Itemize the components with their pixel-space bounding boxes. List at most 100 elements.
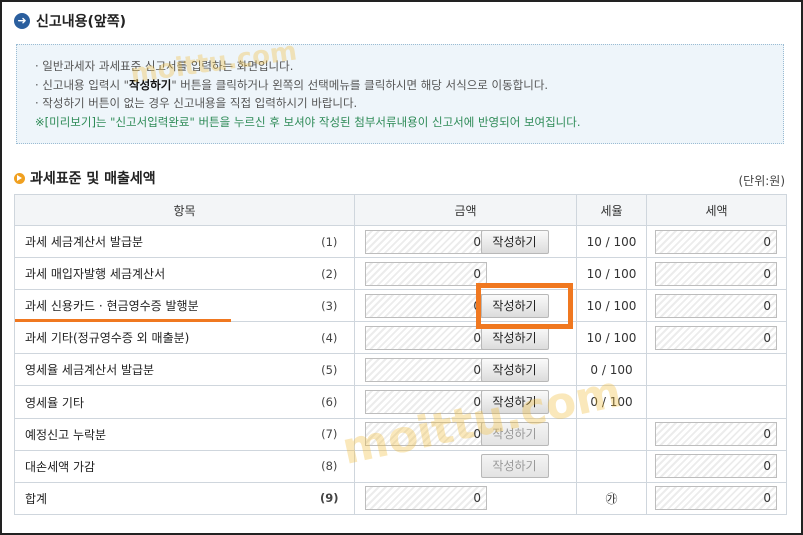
row-label: 영세율 기타 bbox=[14, 385, 305, 419]
table-row: 대손세액 가감 (8) 작성하기 0 bbox=[14, 449, 787, 483]
button-cell: 작성하기 bbox=[478, 385, 577, 419]
amount-input[interactable]: 0 bbox=[365, 229, 487, 254]
amount-cell: 0 bbox=[354, 353, 487, 387]
table-row: 영세율 세금계산서 발급분 (5) 0 작성하기 0 / 100 bbox=[14, 353, 787, 387]
rate-cell: 0 / 100 bbox=[576, 385, 647, 419]
write-button[interactable]: 작성하기 bbox=[480, 422, 549, 447]
header-amount: 금액 bbox=[354, 194, 577, 226]
row-number: (2) bbox=[304, 257, 355, 291]
row-label: 영세율 세금계산서 발급분 bbox=[14, 353, 305, 387]
tax-cell: 0 bbox=[646, 224, 787, 259]
table-row: 예정신고 누락분 (7) 0 작성하기 0 bbox=[14, 417, 787, 451]
row-number: (8) bbox=[304, 449, 355, 483]
tax-cell bbox=[646, 385, 787, 419]
row-number: (7) bbox=[304, 417, 355, 451]
header-rate: 세율 bbox=[576, 194, 647, 226]
amount-cell: 0 bbox=[354, 481, 487, 515]
annotation-highlight-box bbox=[476, 283, 573, 329]
tax-cell: 0 bbox=[646, 417, 787, 451]
tax-input[interactable]: 0 bbox=[655, 229, 777, 254]
tax-cell: 0 bbox=[646, 321, 787, 355]
button-cell: 작성하기 bbox=[478, 417, 577, 451]
row-number: (9) bbox=[304, 481, 355, 515]
tax-cell: 0 bbox=[646, 289, 787, 323]
amount-cell: 0 bbox=[354, 321, 487, 355]
button-cell: 작성하기 bbox=[478, 449, 577, 483]
header-tax: 세액 bbox=[646, 194, 787, 226]
amount-input[interactable]: 0 bbox=[365, 390, 487, 415]
notice-highlight: 작성하기 bbox=[128, 77, 172, 92]
rate-cell: 10 / 100 bbox=[576, 224, 647, 259]
row-number: (4) bbox=[304, 321, 355, 355]
rate-cell: 0 / 100 bbox=[576, 353, 647, 387]
table-row: 합계 (9) 0 ㉮ 0 bbox=[14, 481, 787, 515]
table-row: 과세 세금계산서 발급분 (1) 0 작성하기 10 / 100 0 bbox=[14, 224, 787, 259]
rate-cell bbox=[576, 417, 647, 451]
row-label: 과세 기타(정규영수증 외 매출분) bbox=[14, 321, 305, 355]
row-label: 예정신고 누락분 bbox=[14, 417, 305, 451]
button-cell: 작성하기 bbox=[478, 224, 577, 259]
row-label: 과세 매입자발행 세금계산서 bbox=[14, 257, 305, 291]
page-header: ➜ 신고내용(앞쪽) bbox=[14, 10, 126, 32]
amount-input[interactable]: 0 bbox=[365, 261, 487, 286]
tax-cell: 0 bbox=[646, 257, 787, 291]
arrow-circle-icon: ➜ bbox=[14, 13, 30, 29]
table-header-row: 항목 금액 세율 세액 bbox=[14, 194, 787, 226]
section-header: 과세표준 및 매출세액 bbox=[14, 168, 156, 188]
amount-input[interactable]: 0 bbox=[365, 486, 487, 511]
rate-cell bbox=[576, 449, 647, 483]
row-label: 과세 세금계산서 발급분 bbox=[14, 224, 305, 259]
notice-line-1: · 일반과세자 과세표준 신고서를 입력하는 화면입니다. bbox=[35, 59, 294, 73]
notice-box: · 일반과세자 과세표준 신고서를 입력하는 화면입니다. · 신고내용 입력시… bbox=[16, 44, 784, 144]
row-number: (5) bbox=[304, 353, 355, 387]
rate-cell: 10 / 100 bbox=[576, 321, 647, 355]
tax-cell bbox=[646, 353, 787, 387]
row-label: 합계 bbox=[14, 481, 305, 515]
write-button[interactable]: 작성하기 bbox=[480, 454, 549, 479]
write-button[interactable]: 작성하기 bbox=[480, 390, 549, 415]
row-label: 과세 신용카드 · 현금영수증 발행분 bbox=[14, 289, 305, 323]
button-cell bbox=[478, 481, 577, 515]
header-item: 항목 bbox=[14, 194, 355, 226]
rate-cell: 10 / 100 bbox=[576, 257, 647, 291]
table-row: 과세 기타(정규영수증 외 매출분) (4) 0 작성하기 10 / 100 0 bbox=[14, 321, 787, 355]
amount-cell: 0 bbox=[354, 385, 487, 419]
section-title: 과세표준 및 매출세액 bbox=[30, 171, 156, 187]
amount-cell: 0 bbox=[354, 417, 487, 451]
row-label: 대손세액 가감 bbox=[14, 449, 305, 483]
table-row: 과세 매입자발행 세금계산서 (2) 0 10 / 100 0 bbox=[14, 257, 787, 291]
tax-input[interactable]: 0 bbox=[655, 454, 777, 479]
notice-line-2: · 신고내용 입력시 "작성하기" 버튼을 클릭하거나 왼쪽의 선택메뉴를 클릭… bbox=[35, 77, 549, 92]
table-row: 과세 신용카드 · 현금영수증 발행분 (3) 0 작성하기 10 / 100 0 bbox=[14, 289, 787, 323]
button-cell: 작성하기 bbox=[478, 353, 577, 387]
page-title: 신고내용(앞쪽) bbox=[36, 14, 127, 30]
tax-input[interactable]: 0 bbox=[655, 261, 777, 286]
write-button[interactable]: 작성하기 bbox=[480, 325, 549, 350]
rate-cell: 10 / 100 bbox=[576, 289, 647, 323]
write-button[interactable]: 작성하기 bbox=[480, 357, 549, 382]
write-button[interactable]: 작성하기 bbox=[480, 229, 549, 254]
orange-arrow-icon bbox=[14, 172, 25, 184]
tax-table: 항목 금액 세율 세액 과세 세금계산서 발급분 (1) 0 작성하기 10 / 100… bbox=[14, 194, 787, 515]
amount-cell: 0 bbox=[354, 257, 487, 291]
amount-input[interactable]: 0 bbox=[365, 325, 487, 350]
notice-line-4: ※[미리보기]는 "신고서입력완료" 버튼을 누르신 후 보셔야 작성된 첨부서… bbox=[35, 114, 581, 129]
row-number: (6) bbox=[304, 385, 355, 419]
table-row: 영세율 기타 (6) 0 작성하기 0 / 100 bbox=[14, 385, 787, 419]
tax-input[interactable]: 0 bbox=[655, 293, 777, 318]
amount-cell: 0 bbox=[354, 289, 487, 323]
amount-input[interactable]: 0 bbox=[365, 422, 487, 447]
annotation-underline bbox=[15, 319, 231, 322]
tax-input[interactable]: 0 bbox=[655, 325, 777, 350]
tax-input[interactable]: 0 bbox=[655, 486, 777, 511]
amount-cell: 0 bbox=[354, 224, 487, 259]
amount-input[interactable]: 0 bbox=[365, 357, 487, 382]
notice-line-3: · 작성하기 버튼이 없는 경우 신고내용을 직접 입력하시기 바랍니다. bbox=[35, 96, 358, 110]
tax-cell: 0 bbox=[646, 481, 787, 515]
rate-cell: ㉮ bbox=[576, 481, 647, 515]
tax-input[interactable]: 0 bbox=[655, 422, 777, 447]
row-number: (3) bbox=[304, 289, 355, 323]
amount-input[interactable]: 0 bbox=[365, 293, 487, 318]
tax-cell: 0 bbox=[646, 449, 787, 483]
row-number: (1) bbox=[304, 224, 355, 259]
